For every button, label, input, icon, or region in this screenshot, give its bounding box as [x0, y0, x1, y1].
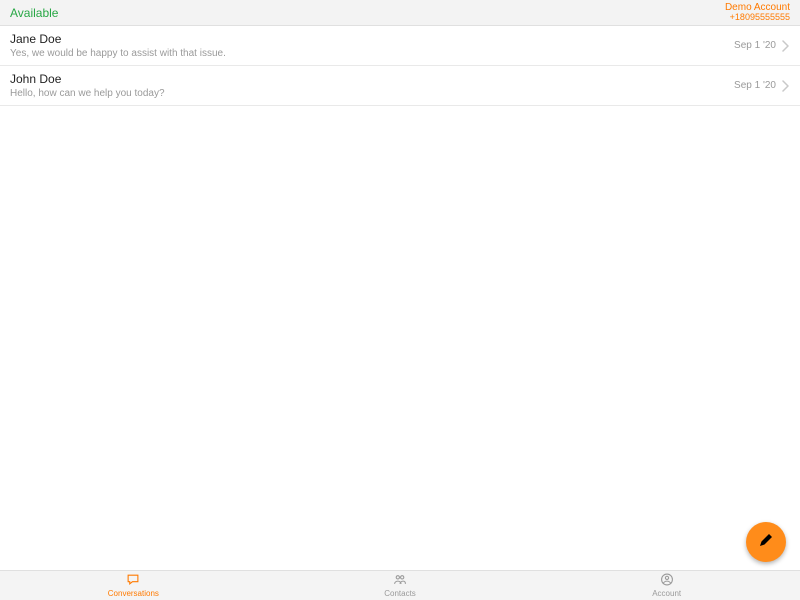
conversation-item[interactable]: Jane Doe Yes, we would be happy to assis…: [0, 26, 800, 66]
pencil-icon: [757, 531, 775, 554]
tab-account[interactable]: Account: [533, 571, 800, 600]
header-bar: Available Demo Account +18095555555: [0, 0, 800, 26]
account-phone: +18095555555: [725, 13, 790, 23]
availability-status[interactable]: Available: [10, 6, 58, 20]
account-info[interactable]: Demo Account +18095555555: [725, 2, 790, 23]
tab-conversations[interactable]: Conversations: [0, 571, 267, 600]
chevron-right-icon: [782, 80, 790, 92]
chevron-right-icon: [782, 40, 790, 52]
conversation-date: Sep 1 '20: [734, 80, 776, 91]
conversation-item[interactable]: John Doe Hello, how can we help you toda…: [0, 66, 800, 106]
conversation-main: John Doe Hello, how can we help you toda…: [10, 72, 734, 99]
conversation-name: John Doe: [10, 72, 734, 86]
tab-contacts[interactable]: Contacts: [267, 571, 534, 600]
tab-label: Conversations: [108, 589, 159, 598]
conversation-main: Jane Doe Yes, we would be happy to assis…: [10, 32, 734, 59]
tab-bar: Conversations Contacts Account: [0, 570, 800, 600]
compose-button[interactable]: [746, 522, 786, 562]
conversation-preview: Yes, we would be happy to assist with th…: [10, 48, 734, 59]
chat-icon: [125, 573, 141, 589]
people-icon: [392, 573, 408, 589]
account-icon: [659, 573, 675, 589]
tab-label: Contacts: [384, 589, 416, 598]
conversation-date: Sep 1 '20: [734, 40, 776, 51]
conversation-name: Jane Doe: [10, 32, 734, 46]
conversation-list: Jane Doe Yes, we would be happy to assis…: [0, 26, 800, 106]
conversation-preview: Hello, how can we help you today?: [10, 88, 734, 99]
tab-label: Account: [652, 589, 681, 598]
